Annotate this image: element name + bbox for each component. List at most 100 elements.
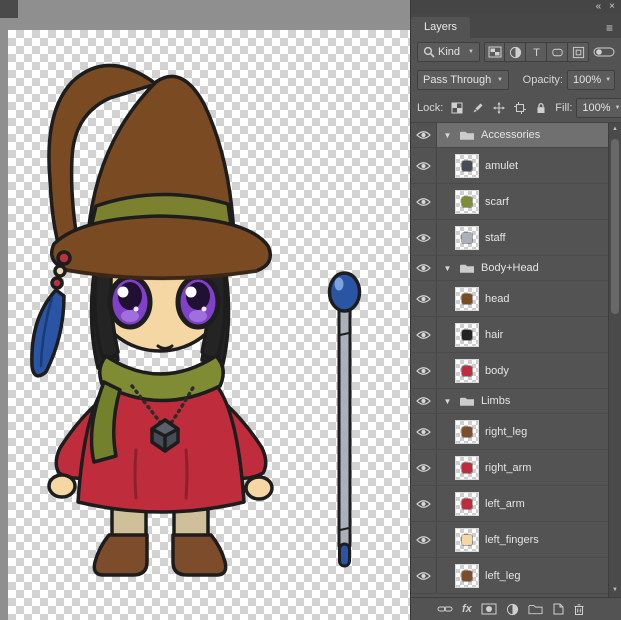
layer-group-row[interactable]: ▼ Body+Head xyxy=(411,256,608,281)
scroll-thumb[interactable] xyxy=(611,139,619,314)
layer-name[interactable]: staff xyxy=(485,232,506,244)
scroll-down-arrow[interactable]: ▼ xyxy=(609,584,621,597)
scroll-up-arrow[interactable]: ▲ xyxy=(609,123,621,136)
lock-pixels-icon[interactable] xyxy=(470,100,486,116)
layer-style-fx-icon[interactable]: fx xyxy=(462,603,472,615)
layer-thumbnail[interactable] xyxy=(455,190,479,214)
right-eye xyxy=(178,277,218,327)
kind-filter-select[interactable]: Kind ▼ xyxy=(417,42,480,62)
lock-artboard-icon[interactable] xyxy=(512,100,528,116)
blend-mode-value: Pass Through xyxy=(423,74,491,86)
visibility-eye-icon[interactable] xyxy=(411,414,437,449)
layer-thumbnail[interactable] xyxy=(455,226,479,250)
panel-menu-icon[interactable]: ≡ xyxy=(606,21,621,38)
layer-name[interactable]: body xyxy=(485,365,509,377)
canvas-area[interactable] xyxy=(0,0,410,620)
layer-group-row[interactable]: ▼ Limbs xyxy=(411,389,608,414)
layer-row[interactable]: hair xyxy=(411,317,608,353)
visibility-eye-icon[interactable] xyxy=(411,220,437,255)
group-folder-icon xyxy=(459,129,475,141)
close-panel-icon[interactable]: × xyxy=(609,0,615,14)
amulet-pendant xyxy=(152,420,178,451)
layer-group-row[interactable]: ▼ Accessories xyxy=(411,123,608,148)
disclosure-triangle-icon[interactable]: ▼ xyxy=(442,264,453,273)
visibility-eye-icon[interactable] xyxy=(411,389,437,413)
layer-row[interactable]: left_fingers xyxy=(411,522,608,558)
fill-select[interactable]: 100% ▼ xyxy=(576,98,621,118)
type-filter-icon[interactable]: T xyxy=(526,42,547,62)
layer-name[interactable]: right_leg xyxy=(485,426,527,438)
lock-transparency-icon[interactable] xyxy=(449,100,465,116)
chevron-down-icon: ▼ xyxy=(497,77,503,83)
layer-row[interactable]: scarf xyxy=(411,184,608,220)
layer-row[interactable]: left_arm xyxy=(411,486,608,522)
visibility-eye-icon[interactable] xyxy=(411,184,437,219)
collapse-panel-icon[interactable]: « xyxy=(596,0,602,14)
layers-scrollbar[interactable]: ▲ ▼ xyxy=(608,123,621,597)
layer-thumbnail[interactable] xyxy=(455,564,479,588)
opacity-select[interactable]: 100% ▼ xyxy=(567,70,615,90)
left-eye xyxy=(110,277,150,327)
visibility-eye-icon[interactable] xyxy=(411,450,437,485)
layer-thumbnail[interactable] xyxy=(455,528,479,552)
add-mask-icon[interactable] xyxy=(481,603,497,615)
layer-row[interactable]: head xyxy=(411,281,608,317)
layer-thumbnail[interactable] xyxy=(455,456,479,480)
visibility-eye-icon[interactable] xyxy=(411,486,437,521)
thumbnail-content xyxy=(462,161,472,171)
layer-thumbnail[interactable] xyxy=(455,287,479,311)
layer-row[interactable]: staff xyxy=(411,220,608,256)
layer-name[interactable]: hair xyxy=(485,329,503,341)
lock-all-icon[interactable] xyxy=(533,100,549,116)
layer-row[interactable]: amulet xyxy=(411,148,608,184)
delete-layer-icon[interactable] xyxy=(573,603,585,615)
blend-mode-select[interactable]: Pass Through ▼ xyxy=(417,70,509,90)
link-layers-icon[interactable] xyxy=(437,604,453,614)
layer-row[interactable]: right_arm xyxy=(411,450,608,486)
document-transparent-canvas[interactable] xyxy=(8,30,410,620)
layer-name[interactable]: left_arm xyxy=(485,498,525,510)
layer-name[interactable]: Body+Head xyxy=(481,262,539,274)
layer-name[interactable]: right_arm xyxy=(485,462,531,474)
adjustment-filter-icon[interactable] xyxy=(505,42,526,62)
layer-thumbnail[interactable] xyxy=(455,359,479,383)
layer-name[interactable]: head xyxy=(485,293,509,305)
layer-row[interactable]: body xyxy=(411,353,608,389)
thumbnail-content xyxy=(462,197,472,207)
visibility-eye-icon[interactable] xyxy=(411,123,437,147)
layer-row[interactable]: right_leg xyxy=(411,414,608,450)
layer-name[interactable]: scarf xyxy=(485,196,509,208)
layer-name[interactable]: amulet xyxy=(485,160,518,172)
thumbnail-content xyxy=(462,427,472,437)
disclosure-triangle-icon[interactable]: ▼ xyxy=(442,131,453,140)
layer-name[interactable]: left_fingers xyxy=(485,534,539,546)
filter-toggle[interactable] xyxy=(593,46,615,58)
layer-thumbnail[interactable] xyxy=(455,323,479,347)
visibility-eye-icon[interactable] xyxy=(411,353,437,388)
layer-thumbnail[interactable] xyxy=(455,492,479,516)
opacity-label: Opacity: xyxy=(523,74,563,86)
adjustment-layer-icon[interactable] xyxy=(506,603,519,616)
new-group-icon[interactable] xyxy=(528,603,543,615)
scroll-track[interactable] xyxy=(609,136,621,584)
visibility-eye-icon[interactable] xyxy=(411,281,437,316)
visibility-eye-icon[interactable] xyxy=(411,256,437,280)
lock-position-icon[interactable] xyxy=(491,100,507,116)
visibility-eye-icon[interactable] xyxy=(411,317,437,352)
pixel-filter-icon[interactable] xyxy=(484,42,505,62)
smartobject-filter-icon[interactable] xyxy=(568,42,589,62)
layer-name[interactable]: left_leg xyxy=(485,570,520,582)
layer-name[interactable]: Limbs xyxy=(481,395,510,407)
tab-layers[interactable]: Layers xyxy=(411,17,470,38)
lock-row: Lock: Fill: 100% ▼ xyxy=(411,94,621,122)
new-layer-icon[interactable] xyxy=(552,603,564,615)
visibility-eye-icon[interactable] xyxy=(411,522,437,557)
disclosure-triangle-icon[interactable]: ▼ xyxy=(442,397,453,406)
layer-name[interactable]: Accessories xyxy=(481,129,540,141)
layer-row[interactable]: left_leg xyxy=(411,558,608,594)
layer-thumbnail[interactable] xyxy=(455,420,479,444)
layer-thumbnail[interactable] xyxy=(455,154,479,178)
visibility-eye-icon[interactable] xyxy=(411,148,437,183)
shape-filter-icon[interactable] xyxy=(547,42,568,62)
visibility-eye-icon[interactable] xyxy=(411,558,437,593)
